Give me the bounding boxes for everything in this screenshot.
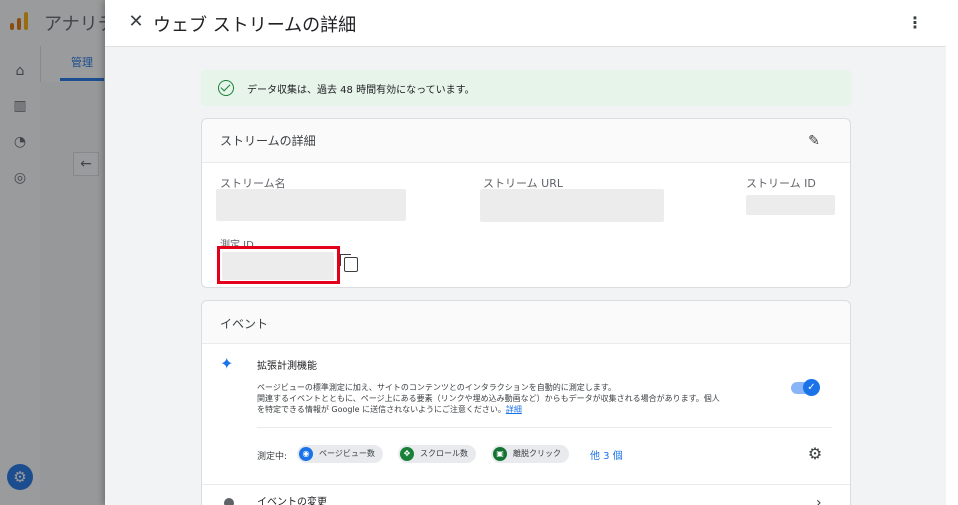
events-card: イベント ✦ 拡張計測機能 ページビューの標準測定に加え、サイトのコンテンツとの… [201, 300, 851, 505]
description-line-1: ページビューの標準測定に加え、サイトのコンテンツとのインタラクションを自動的に測… [257, 383, 616, 392]
divider [257, 427, 832, 428]
web-stream-details-panel: ✕ ウェブ ストリームの詳細 ⋮ データ収集は、過去 48 時間有効になっていま… [105, 0, 946, 505]
copy-icon[interactable] [340, 254, 358, 272]
chip-outbound-clicks: ▣ 離脱クリック [491, 445, 569, 463]
description-line-3: を特定できる情報が Google に送信されないようにご注意ください。詳細 [257, 404, 797, 415]
chip-page-views-label: ページビュー数 [319, 449, 375, 458]
enhanced-measurement-description: ページビューの標準測定に加え、サイトのコンテンツとのインタラクションを自動的に測… [257, 382, 797, 415]
edit-pencil-icon[interactable]: ✎ [806, 133, 822, 149]
data-collection-notice: データ収集は、過去 48 時間有効になっています。 [201, 70, 851, 106]
stream-url-value-redacted [480, 189, 664, 222]
stream-name-value-redacted [216, 189, 406, 221]
more-vert-icon[interactable]: ⋮ [905, 12, 925, 34]
chip-page-views: ◉ ページビュー数 [297, 445, 383, 463]
details-link[interactable]: 詳細 [506, 405, 522, 414]
stream-details-header: ストリームの詳細 ✎ [202, 119, 850, 163]
close-icon[interactable]: ✕ [125, 11, 147, 33]
divider [202, 484, 850, 485]
chevron-right-icon[interactable]: › [816, 495, 822, 505]
panel-title: ウェブ ストリームの詳細 [153, 15, 357, 36]
description-line-2: 関連するイベントとともに、ページ上にある要素（リンクや埋め込み動画など）からもデ… [257, 394, 720, 403]
chip-outbound-clicks-label: 離脱クリック [513, 449, 561, 458]
modify-events-label[interactable]: イベントの変更 [257, 493, 327, 505]
description-line-3-text: を特定できる情報が Google に送信されないようにご注意ください。 [257, 405, 506, 414]
more-events-link[interactable]: 他 3 個 [590, 447, 623, 462]
events-title: イベント [220, 317, 269, 331]
enhanced-measurement-title: 拡張計測機能 [257, 361, 317, 372]
stream-details-card: ストリームの詳細 ✎ ストリーム名 ストリーム URL ストリーム ID 測定 … [201, 118, 851, 288]
enhanced-measurement-toggle[interactable]: ✓ [791, 379, 820, 396]
events-header: イベント [202, 301, 850, 344]
lock-icon: ▣ [493, 447, 507, 461]
move-icon: ✥ [400, 447, 414, 461]
panel-header: ✕ ウェブ ストリームの詳細 ⋮ [105, 0, 946, 47]
stream-details-title: ストリームの詳細 [220, 134, 316, 148]
eye-icon: ◉ [299, 447, 313, 461]
chip-scrolls: ✥ スクロール数 [398, 445, 476, 463]
chip-scrolls-label: スクロール数 [420, 449, 468, 458]
check-circle-icon [218, 80, 234, 96]
measuring-label: 測定中: [257, 452, 288, 462]
stream-id-value-redacted [746, 195, 835, 215]
modify-events-icon [224, 498, 234, 505]
stream-id-label: ストリーム ID [746, 177, 816, 190]
toggle-check-icon: ✓ [803, 379, 820, 396]
notice-text: データ収集は、過去 48 時間有効になっています。 [247, 85, 475, 96]
gear-icon[interactable]: ⚙ [806, 445, 824, 463]
sparkle-icon: ✦ [220, 354, 234, 373]
highlight-box [217, 246, 340, 284]
scrollbar-track[interactable] [946, 0, 958, 505]
